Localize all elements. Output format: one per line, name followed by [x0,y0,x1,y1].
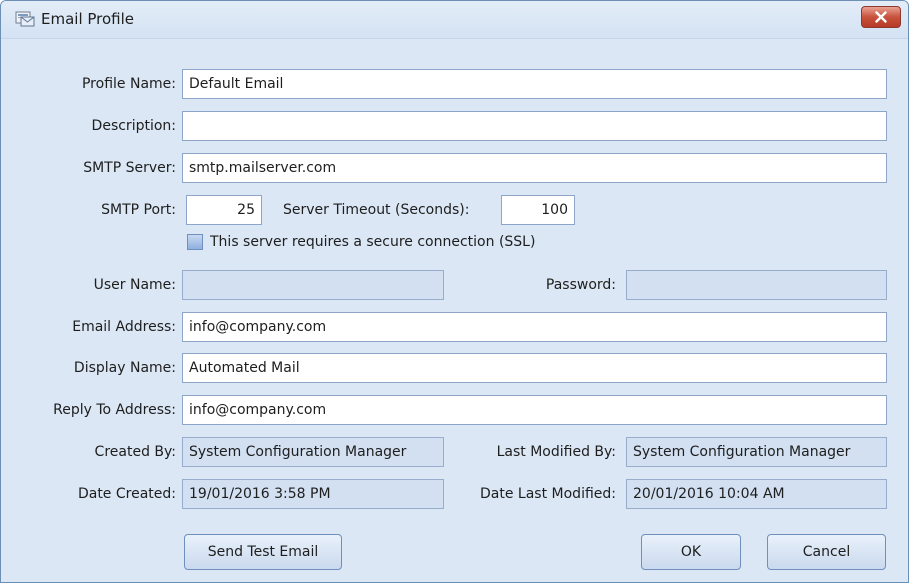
description-field[interactable] [182,111,887,141]
form-panel: Profile Name: Default Email Description:… [1,39,908,582]
date-last-modified-label: Date Last Modified: [480,486,616,502]
created-by-label: Created By: [94,444,176,460]
description-label: Description: [91,118,176,134]
close-button[interactable] [861,6,901,28]
email-address-label: Email Address: [72,319,176,335]
server-timeout-label: Server Timeout (Seconds): [283,202,470,218]
profile-name-field[interactable]: Default Email [182,69,887,99]
smtp-port-field[interactable]: 25 [186,195,262,225]
close-icon [875,11,887,23]
ok-button[interactable]: OK [641,534,741,570]
reply-to-field[interactable]: info@company.com [182,395,887,425]
display-name-field[interactable]: Automated Mail [182,353,887,383]
date-created-field: 19/01/2016 3:58 PM [182,479,444,509]
display-name-label: Display Name: [73,360,176,376]
password-field[interactable] [626,270,887,300]
title-bar[interactable]: Email Profile [1,1,908,39]
last-modified-by-field: System Configuration Manager [626,437,887,467]
email-address-field[interactable]: info@company.com [182,312,887,342]
ssl-checkbox-label[interactable]: This server requires a secure connection… [210,234,535,250]
email-profile-window: Email Profile Profile Name: Default Emai… [0,0,909,583]
ssl-checkbox[interactable] [187,234,203,250]
user-name-field[interactable] [182,270,444,300]
reply-to-label: Reply To Address: [53,402,176,418]
password-label: Password: [545,277,616,293]
date-last-modified-field: 20/01/2016 10:04 AM [626,479,887,509]
cancel-button[interactable]: Cancel [767,534,886,570]
mail-profile-icon [15,11,35,27]
window-title: Email Profile [41,10,135,28]
user-name-label: User Name: [93,277,176,293]
created-by-field: System Configuration Manager [182,437,444,467]
smtp-port-label: SMTP Port: [101,202,176,218]
smtp-server-field[interactable]: smtp.mailserver.com [182,153,887,183]
send-test-email-button[interactable]: Send Test Email [184,534,342,570]
date-created-label: Date Created: [77,486,176,502]
server-timeout-field[interactable]: 100 [501,195,575,225]
last-modified-by-label: Last Modified By: [496,444,616,460]
profile-name-label: Profile Name: [81,76,176,92]
smtp-server-label: SMTP Server: [83,160,176,176]
